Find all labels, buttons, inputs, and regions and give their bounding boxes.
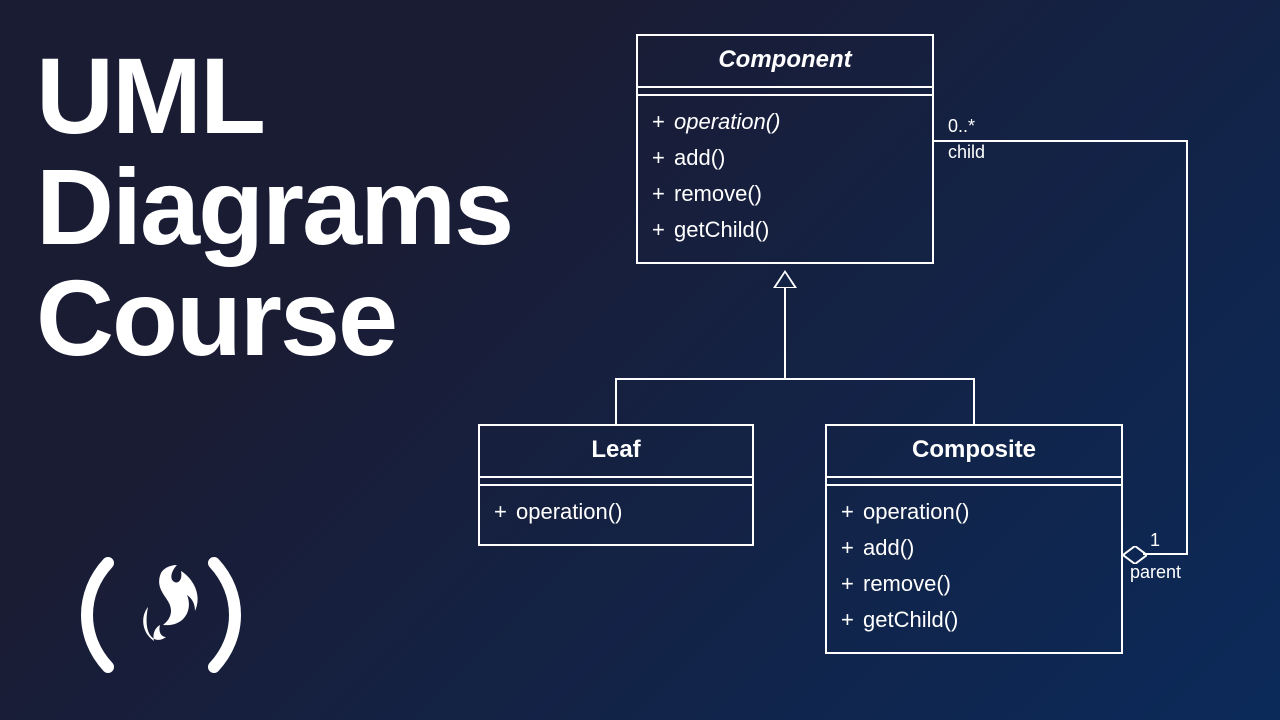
class-op: +remove(): [652, 176, 918, 212]
connector-line: [1186, 140, 1188, 555]
connector-line: [784, 288, 786, 380]
class-op: +operation(): [841, 494, 1107, 530]
role-child: child: [948, 142, 985, 164]
class-leaf-ops: +operation(): [480, 486, 752, 544]
class-op: +operation(): [652, 104, 918, 140]
class-op: +add(): [652, 140, 918, 176]
connector-line: [973, 378, 975, 424]
class-op: +add(): [841, 530, 1107, 566]
class-op: +remove(): [841, 566, 1107, 602]
class-component-name: Component: [638, 36, 932, 88]
class-divider: [480, 478, 752, 486]
class-composite-name: Composite: [827, 426, 1121, 478]
class-leaf-name: Leaf: [480, 426, 752, 478]
class-composite-ops: +operation() +add() +remove() +getChild(…: [827, 486, 1121, 652]
multiplicity-child: 0..*: [948, 116, 975, 138]
generalization-arrowhead-icon: [773, 270, 797, 288]
class-divider: [827, 478, 1121, 486]
class-op: +operation(): [494, 494, 738, 530]
connector-line: [615, 378, 617, 424]
class-leaf: Leaf +operation(): [478, 424, 754, 546]
class-composite: Composite +operation() +add() +remove() …: [825, 424, 1123, 654]
uml-class-diagram: Component +operation() +add() +remove() …: [0, 0, 1280, 720]
multiplicity-parent: 1: [1150, 530, 1160, 552]
class-op: +getChild(): [652, 212, 918, 248]
class-component-ops: +operation() +add() +remove() +getChild(…: [638, 96, 932, 262]
class-op: +getChild(): [841, 602, 1107, 638]
class-component: Component +operation() +add() +remove() …: [636, 34, 934, 264]
connector-line: [1143, 553, 1188, 555]
role-parent: parent: [1130, 562, 1181, 584]
connector-line: [615, 378, 975, 380]
class-divider: [638, 88, 932, 96]
